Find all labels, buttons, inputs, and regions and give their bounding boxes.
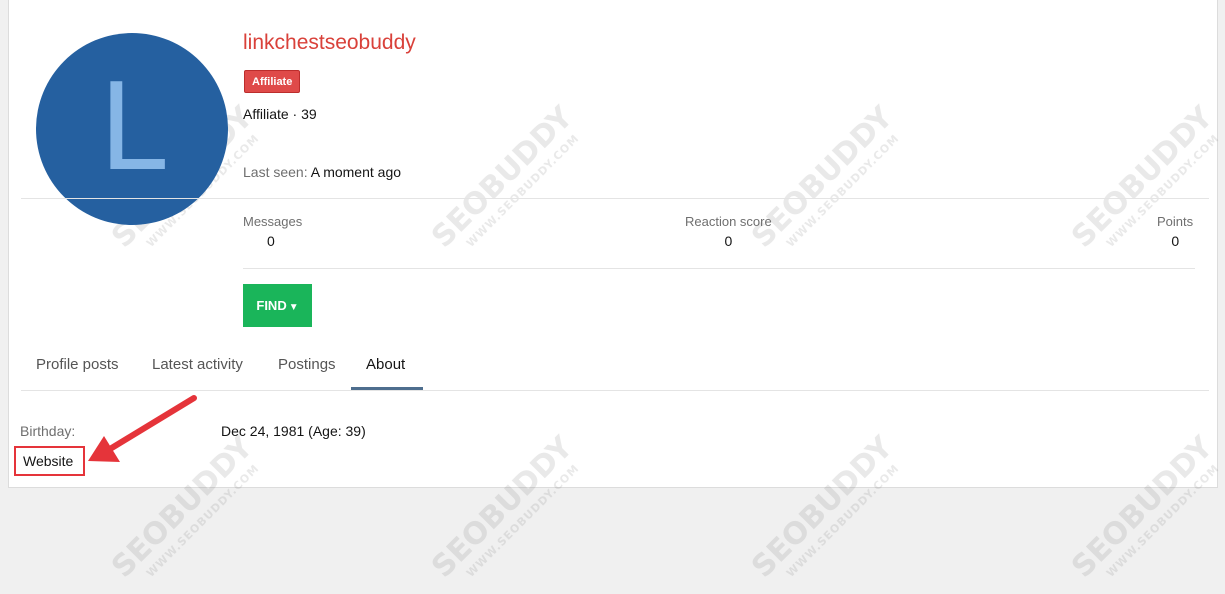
- annotation-arrow-icon: [88, 395, 197, 462]
- annotation-overlay: [88, 395, 197, 462]
